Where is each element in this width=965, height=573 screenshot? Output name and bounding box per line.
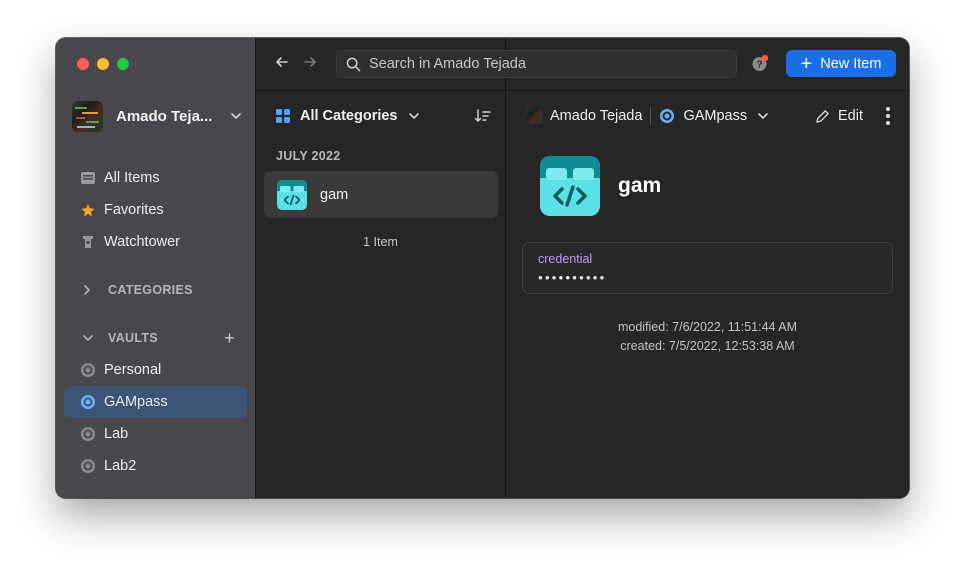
- account-avatar: [72, 100, 103, 132]
- watchtower-icon: [80, 234, 96, 250]
- categories-grid-icon: [276, 109, 290, 123]
- close-window-button[interactable]: [77, 58, 89, 70]
- detail-account-name[interactable]: Amado Tejada: [550, 108, 642, 124]
- search-icon: [346, 57, 361, 71]
- notification-icon[interactable]: ?: [751, 54, 769, 72]
- new-item-label: New Item: [820, 55, 882, 72]
- sidebar: Amado Teja... All Items Favorites Watcht…: [56, 38, 256, 498]
- app-window: Amado Teja... All Items Favorites Watcht…: [56, 38, 909, 498]
- search-field[interactable]: Search in Amado Tejada: [336, 50, 737, 78]
- category-filter-label: All Categories: [300, 108, 398, 124]
- vault-icon: [80, 362, 96, 378]
- new-item-button[interactable]: + New Item: [786, 50, 896, 77]
- window-controls: [77, 58, 129, 70]
- svg-text:?: ?: [756, 60, 762, 71]
- arrow-right-icon: [304, 57, 316, 67]
- sidebar-item-label: Lab: [104, 426, 129, 442]
- detail-vault-name[interactable]: GAMpass: [683, 108, 747, 124]
- sidebar-item-label: Favorites: [104, 202, 164, 218]
- sidebar-item-label: Watchtower: [104, 234, 181, 250]
- sidebar-item-label: GAMpass: [104, 394, 168, 410]
- chevron-right-icon: [82, 284, 94, 296]
- account-name: Amado Teja...: [116, 107, 213, 125]
- code-item-icon: [540, 156, 600, 216]
- sidebar-item-watchtower[interactable]: Watchtower: [64, 226, 247, 258]
- star-icon: [80, 202, 96, 218]
- chevron-down-icon: [408, 113, 419, 120]
- vault-icon: [80, 426, 96, 442]
- edit-label: Edit: [838, 108, 863, 124]
- list-item[interactable]: gam: [264, 171, 498, 218]
- vaults-label: VAULTS: [108, 331, 158, 345]
- zoom-window-button[interactable]: [117, 58, 129, 70]
- item-metadata: modified: 7/6/2022, 11:51:44 AM created:…: [506, 318, 909, 356]
- search-placeholder: Search in Amado Tejada: [369, 56, 526, 72]
- sort-icon: [474, 109, 491, 123]
- edit-button[interactable]: Edit: [815, 108, 863, 124]
- code-item-icon: [277, 179, 307, 210]
- minimize-window-button[interactable]: [97, 58, 109, 70]
- item-count: 1 Item: [363, 235, 398, 249]
- sidebar-vault-lab[interactable]: Lab: [64, 418, 247, 450]
- vaults-section-toggle[interactable]: VAULTS +: [64, 322, 247, 354]
- divider: [650, 107, 652, 125]
- chevron-down-icon: [231, 113, 241, 120]
- account-avatar: [526, 108, 542, 124]
- add-vault-button[interactable]: +: [224, 328, 235, 349]
- item-detail-pane: Amado Tejada GAMpass Edit gam credential…: [506, 38, 909, 498]
- sidebar-item-label: Personal: [104, 362, 162, 378]
- account-switcher[interactable]: Amado Teja...: [72, 100, 243, 132]
- modified-timestamp: modified: 7/6/2022, 11:51:44 AM: [617, 320, 798, 334]
- forward-button[interactable]: [302, 54, 318, 70]
- item-title: gam: [618, 174, 662, 197]
- category-filter[interactable]: All Categories: [276, 100, 493, 132]
- chevron-down-icon[interactable]: [757, 111, 769, 121]
- created-timestamp: created: 7/5/2022, 12:53:38 AM: [620, 339, 795, 353]
- back-button[interactable]: [274, 54, 290, 70]
- all-items-icon: [80, 170, 96, 186]
- chevron-down-icon: [82, 333, 94, 343]
- sidebar-item-label: All Items: [104, 170, 160, 186]
- list-item-name: gam: [320, 186, 349, 203]
- pencil-icon: [816, 109, 829, 123]
- toolbar-divider: [255, 90, 909, 91]
- sidebar-nav: All Items Favorites Watchtower CATEGORIE…: [64, 162, 247, 482]
- sidebar-item-all-items[interactable]: All Items: [64, 162, 247, 194]
- sort-button[interactable]: [473, 106, 493, 126]
- categories-section-toggle[interactable]: CATEGORIES: [64, 274, 247, 306]
- date-group-label: JULY 2022: [276, 149, 341, 163]
- concealed-field-value[interactable]: ●●●●●●●●●●: [538, 273, 606, 282]
- vault-icon: [80, 458, 96, 474]
- more-options-button[interactable]: [885, 107, 891, 125]
- history-navigation: [274, 54, 318, 70]
- sidebar-item-label: Lab2: [104, 458, 137, 474]
- plus-icon: +: [800, 52, 813, 75]
- credential-field: credential ●●●●●●●●●●: [522, 242, 893, 294]
- arrow-left-icon: [276, 57, 288, 67]
- sidebar-item-favorites[interactable]: Favorites: [64, 194, 247, 226]
- sidebar-vault-personal[interactable]: Personal: [64, 354, 247, 386]
- categories-label: CATEGORIES: [108, 283, 193, 297]
- sidebar-vault-gampass[interactable]: GAMpass: [64, 386, 247, 418]
- sidebar-vault-lab2[interactable]: Lab2: [64, 450, 247, 482]
- field-label: credential: [538, 252, 593, 266]
- vault-icon: [80, 394, 96, 410]
- item-list-pane: All Categories JULY 2022 gam 1 Item: [256, 38, 506, 498]
- detail-header: Amado Tejada GAMpass Edit: [526, 100, 897, 132]
- vault-icon: [660, 109, 675, 123]
